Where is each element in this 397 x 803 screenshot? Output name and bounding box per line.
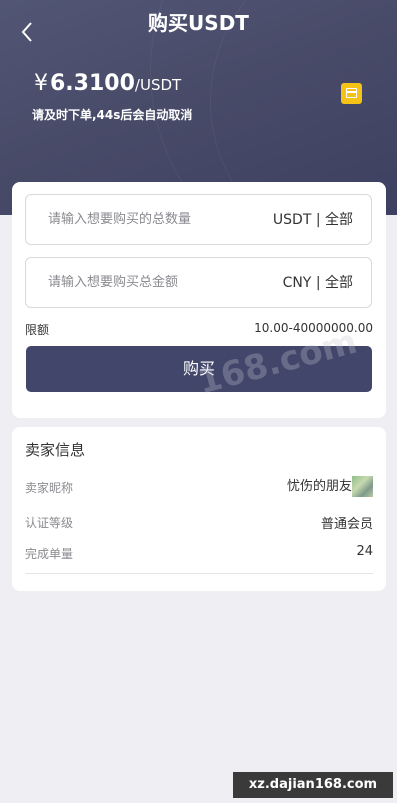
level-label: 认证等级 bbox=[25, 516, 74, 530]
card-icon bbox=[346, 88, 357, 98]
orders-value: 24 bbox=[356, 544, 373, 559]
orders-label: 完成单量 bbox=[25, 547, 74, 561]
price-unit: /USDT bbox=[134, 76, 182, 94]
timeout-hint: 请及时下单,44s后会自动取消 bbox=[32, 108, 193, 122]
currency-symbol: ¥ bbox=[34, 71, 48, 96]
avatar bbox=[352, 476, 373, 497]
separator: | bbox=[315, 275, 321, 291]
limit-label: 限额 bbox=[25, 323, 50, 337]
separator: | bbox=[315, 212, 321, 228]
page-title: 购买USDT bbox=[148, 11, 249, 35]
seller-panel: 卖家信息 卖家昵称 忧伤的朋友 认证等级 普通会员 完成单量 24 bbox=[12, 427, 386, 591]
amount-all-button[interactable]: 全部 bbox=[325, 275, 353, 291]
price-value: 6.3100 bbox=[50, 71, 135, 96]
amount-input[interactable]: 请输入想要购买总金额 CNY | 全部 bbox=[25, 257, 372, 308]
divider bbox=[25, 573, 373, 574]
quantity-unit: USDT bbox=[272, 212, 312, 228]
seller-section-title: 卖家信息 bbox=[25, 441, 86, 459]
amount-unit: CNY bbox=[282, 275, 312, 291]
quantity-input[interactable]: 请输入想要购买的总数量 USDT | 全部 bbox=[25, 194, 372, 245]
quantity-placeholder: 请输入想要购买的总数量 bbox=[48, 212, 192, 227]
price: ¥6.3100/USDT bbox=[34, 71, 181, 96]
quantity-unit-group: USDT | 全部 bbox=[273, 195, 353, 245]
level-value: 普通会员 bbox=[320, 517, 373, 532]
nickname-row: 忧伤的朋友 bbox=[287, 475, 373, 497]
amount-unit-group: CNY | 全部 bbox=[283, 258, 353, 308]
watermark-badge: xz.dajian168.com bbox=[233, 772, 393, 798]
nickname-label: 卖家昵称 bbox=[25, 481, 74, 495]
quantity-all-button[interactable]: 全部 bbox=[325, 212, 353, 228]
amount-placeholder: 请输入想要购买总金额 bbox=[48, 275, 179, 290]
nickname-value: 忧伤的朋友 bbox=[286, 479, 352, 494]
payment-card-button[interactable] bbox=[341, 83, 362, 104]
